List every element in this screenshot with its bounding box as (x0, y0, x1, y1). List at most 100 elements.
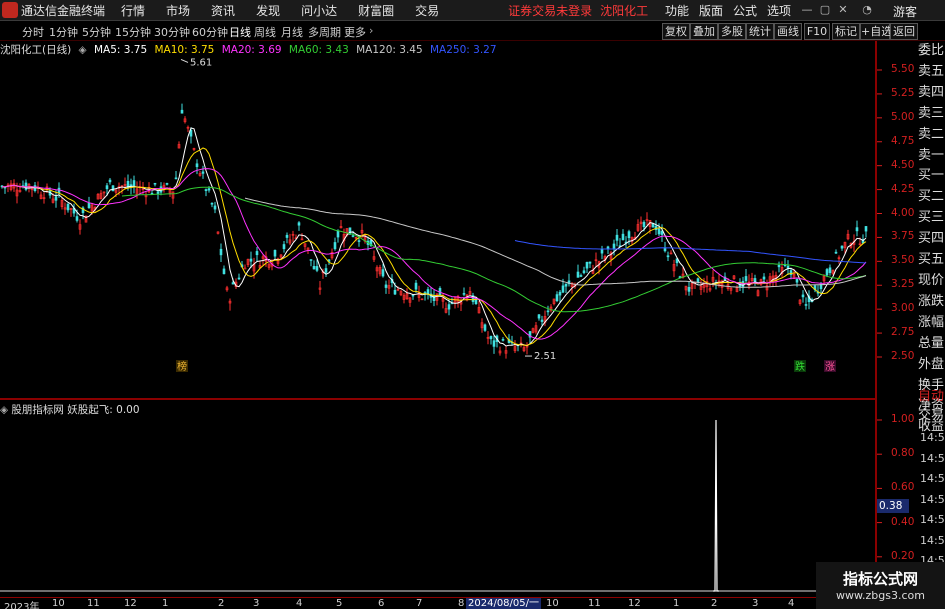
candle-body (744, 276, 748, 282)
trading-window: { "app": {"title": "通达信金融终端", "guest_lab… (0, 0, 945, 609)
candle-body (558, 291, 562, 296)
candle-body (231, 282, 235, 285)
price-tick-label: 3.50 (891, 254, 915, 267)
candle-body (579, 275, 583, 277)
time-axis-label: 2023年 (4, 602, 40, 609)
candle-body (666, 255, 670, 258)
price-tick-label: 4.00 (891, 206, 915, 219)
candle-body (687, 287, 691, 292)
time-axis-label: 10 (546, 598, 559, 609)
candle-body (828, 267, 832, 273)
candle-body (501, 339, 505, 341)
time-axis-label: 10 (52, 598, 65, 609)
indicator-formula: 妖股起飞: 0.00 (67, 404, 140, 416)
auto-trade-label: 自动 (918, 389, 945, 404)
candle-body (696, 278, 700, 283)
kline-chart[interactable]: 5.61 2.51 榜 跌 涨 (0, 0, 945, 609)
trade-time-entry: 14:56 (920, 513, 945, 526)
candle-body (111, 185, 115, 192)
candle-body (381, 269, 385, 277)
trade-time-entry: 14:56 (920, 533, 945, 547)
pane-divider (0, 398, 875, 400)
time-axis-label: 11 (588, 598, 601, 609)
candle-body (588, 261, 592, 264)
trade-time-entry: 14:56 (920, 431, 945, 444)
candle-body (795, 278, 799, 283)
trade-time-entry: 14:56 (920, 472, 945, 485)
watermark-url: www.zbgs3.com (836, 589, 925, 602)
auto-trade-box[interactable]: 自动 交易 (918, 385, 945, 425)
time-axis-label: 11 (87, 598, 100, 609)
candle-body (285, 234, 289, 238)
time-axis-label: 8 (458, 598, 465, 609)
candle-body (222, 268, 226, 275)
quote-label: 外盘 (918, 356, 945, 372)
time-axis-label: 3 (752, 598, 759, 609)
indicator-tick-label: 1.00 (891, 413, 915, 425)
candle-body (249, 258, 253, 262)
candle-body (627, 231, 631, 239)
high-marker-line (180, 59, 189, 63)
ma250-line (514, 240, 867, 264)
quote-label: 卖二 (918, 126, 945, 142)
ma20-line (1, 168, 867, 340)
candle-body (462, 293, 466, 295)
indicator-tick-label: 0.80 (891, 447, 915, 460)
candle-body (753, 278, 757, 283)
quote-label: 卖四 (918, 84, 945, 100)
candle-body (201, 171, 205, 174)
candle-body (825, 269, 829, 276)
candle-body (414, 282, 418, 290)
quote-label: 买三 (918, 210, 945, 226)
candle-body (447, 304, 451, 310)
quote-label: 涨跌 (918, 293, 945, 309)
candle-body (489, 335, 493, 340)
candle-body (297, 222, 301, 226)
time-axis-label: 2 (711, 598, 718, 609)
price-tick-label: 3.25 (891, 278, 915, 291)
indicator-header: ◈ 股朋指标网 妖股起飞: 0.00 (0, 402, 140, 417)
candle-body (411, 294, 415, 297)
time-axis: 2023年1011121234567891011121234 2024/08/0… (0, 597, 877, 609)
time-axis-label: 1 (162, 598, 169, 609)
time-axis-label: 12 (124, 598, 137, 609)
candle-body (195, 163, 199, 168)
candle-body (564, 283, 568, 287)
indicator-settings-icon[interactable]: ◈ (0, 404, 8, 416)
price-tick-label: 4.50 (891, 158, 915, 171)
candle-body (255, 251, 259, 256)
indicator-tick-label: 0.40 (891, 515, 915, 528)
price-tick-label: 3.00 (891, 302, 915, 315)
candle-body (855, 227, 859, 232)
candle-body (273, 249, 277, 257)
candle-body (75, 216, 79, 221)
indicator-signal-spike (713, 419, 719, 592)
candle-body (615, 234, 619, 241)
candle-body (156, 191, 160, 195)
candle-body (492, 340, 496, 347)
candle-body (309, 259, 313, 261)
candle-body (540, 319, 544, 322)
candle-body (801, 294, 805, 298)
candle-body (105, 185, 109, 190)
candle-body (384, 284, 388, 288)
candle-body (393, 289, 397, 295)
watermark-title: 指标公式网 (842, 570, 918, 588)
die-badge: 跌 (795, 360, 805, 373)
quote-label: 买五 (918, 252, 945, 268)
zhang-badge: 涨 (825, 361, 835, 373)
trade-time-entry: 14:56 (920, 492, 945, 506)
time-axis-label: 4 (296, 598, 303, 609)
candle-body (483, 324, 487, 331)
quote-label: 买四 (918, 231, 945, 247)
candle-body (804, 304, 808, 306)
price-tick-label: 5.25 (891, 86, 915, 99)
indicator-name: 股朋指标网 (11, 404, 64, 416)
indicator-tick-label: 0.20 (891, 549, 915, 562)
time-axis-label: 3 (253, 598, 260, 609)
candle-body (777, 264, 781, 268)
candle-body (657, 228, 661, 235)
quote-label: 卖五 (918, 63, 945, 79)
candle-body (576, 271, 580, 278)
quote-label: 买一 (918, 168, 945, 184)
